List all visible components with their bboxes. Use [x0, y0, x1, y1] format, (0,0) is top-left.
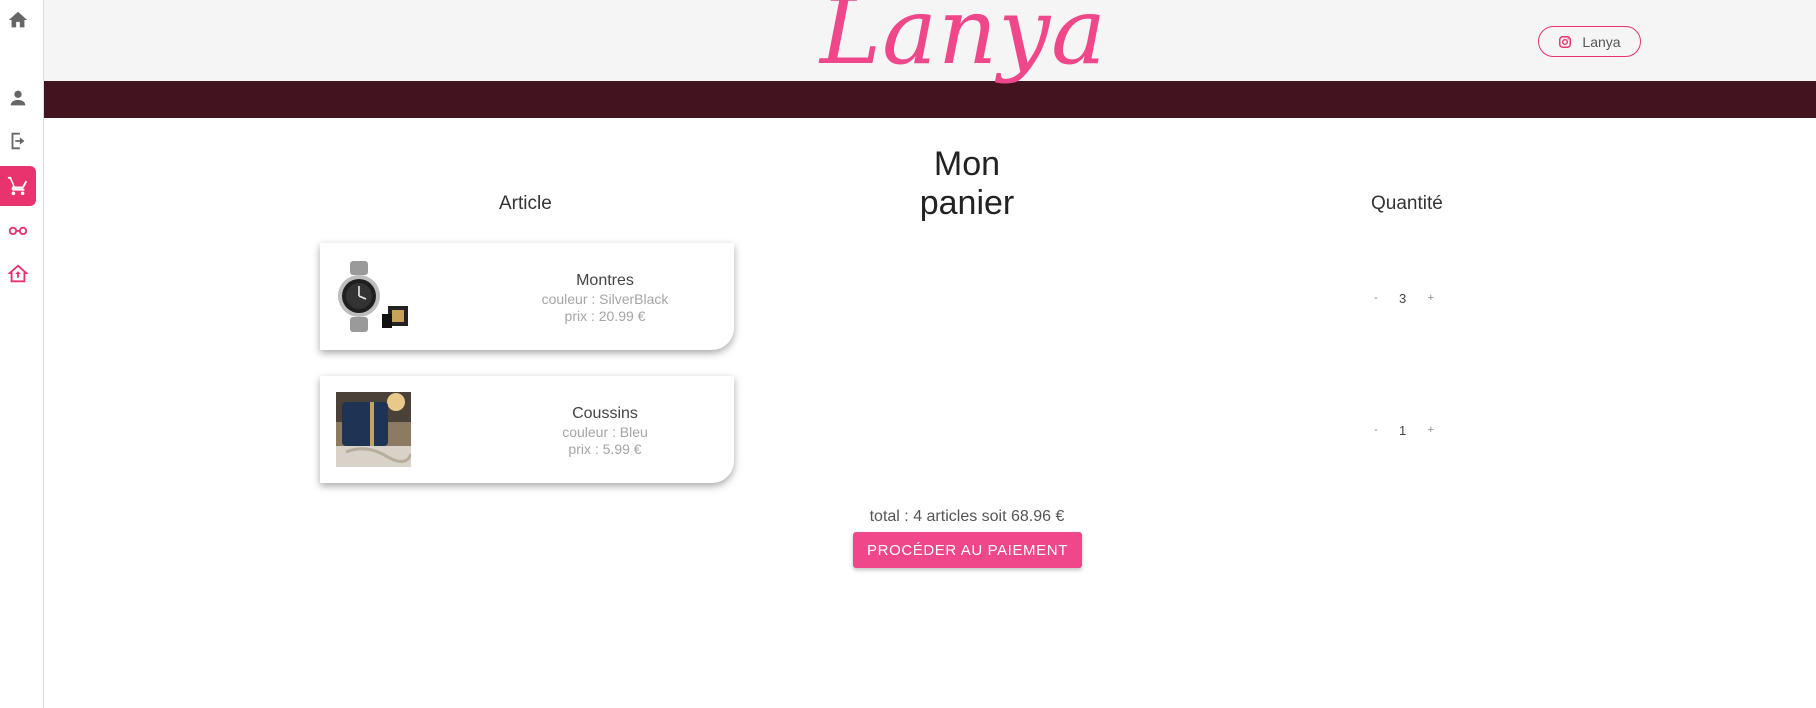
cart-item-name: Montres	[576, 272, 634, 289]
cart-icon	[7, 176, 28, 196]
home-icon	[8, 11, 28, 28]
instagram-icon	[1559, 35, 1572, 48]
cart-item-name: Coussins	[572, 405, 638, 422]
glasses-icon	[8, 226, 28, 236]
decrement-button[interactable]: -	[1370, 424, 1382, 436]
sidebar-item-home[interactable]	[0, 0, 36, 40]
cart-item-info: Montres couleur : SilverBlack prix : 20.…	[480, 271, 730, 325]
cart-item-info: Coussins couleur : Bleu prix : 5.99 €	[480, 404, 730, 458]
checkout-button[interactable]: PROCÉDER AU PAIEMENT	[853, 532, 1082, 568]
instagram-label: Lanya	[1582, 33, 1621, 50]
sidebar-item-store[interactable]	[0, 254, 36, 294]
product-image-cushion	[336, 392, 411, 467]
column-header-quantity: Quantité	[1371, 193, 1443, 214]
quantity-stepper: - 3 +	[1370, 288, 1438, 308]
increment-button[interactable]: +	[1424, 292, 1438, 304]
cart-item-price: prix : 20.99 €	[564, 308, 646, 324]
page-title: Mon panier	[919, 145, 1015, 222]
quantity-value: 1	[1399, 422, 1407, 438]
cart-item-color: couleur : Bleu	[562, 424, 648, 440]
sidebar	[0, 0, 44, 708]
cart-item-color: couleur : SilverBlack	[541, 291, 669, 307]
sidebar-item-account[interactable]	[0, 78, 36, 118]
column-header-article: Article	[499, 193, 552, 214]
brand-logo[interactable]: Lanya	[820, 0, 1107, 78]
sidebar-item-glasses[interactable]	[0, 210, 36, 250]
cart-item-price: prix : 5.99 €	[568, 441, 642, 457]
product-image-watch	[336, 259, 411, 334]
user-icon	[10, 90, 26, 106]
instagram-button[interactable]: Lanya	[1538, 26, 1641, 57]
store-home-icon	[7, 264, 29, 283]
increment-button[interactable]: +	[1424, 424, 1438, 436]
cart-item-card: Coussins couleur : Bleu prix : 5.99 €	[320, 376, 734, 483]
header-band	[44, 81, 1816, 118]
decrement-button[interactable]: -	[1370, 292, 1382, 304]
cart-total: total : 4 articles soit 68.96 €	[869, 508, 1065, 525]
quantity-value: 3	[1399, 290, 1407, 306]
sidebar-item-logout[interactable]	[0, 121, 36, 161]
sidebar-item-cart[interactable]	[0, 166, 36, 206]
logout-icon	[11, 132, 25, 150]
cart-item-card: Montres couleur : SilverBlack prix : 20.…	[320, 243, 734, 350]
quantity-stepper: - 1 +	[1370, 420, 1438, 440]
